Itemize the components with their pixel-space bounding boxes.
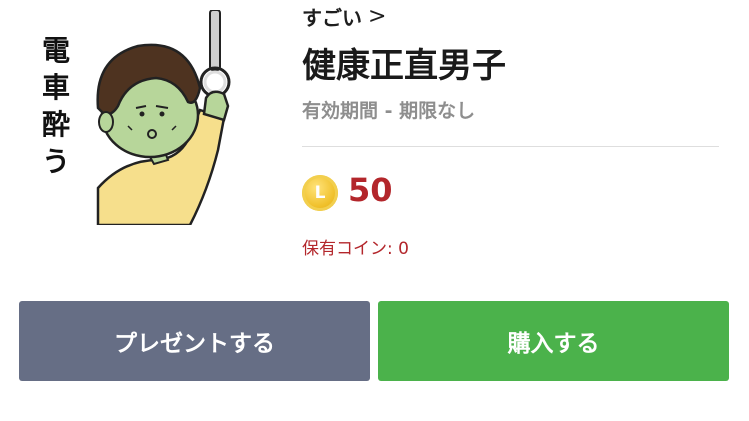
buy-button-label: 購入する — [507, 331, 600, 357]
line-coin-icon: L — [302, 175, 338, 211]
present-button-label: プレゼントする — [114, 331, 275, 357]
price: 50 — [348, 171, 393, 209]
thumbnail-caption-char-3: 酔 — [42, 108, 70, 141]
creator-link[interactable]: すごい > — [302, 2, 386, 31]
thumbnail-caption-char-4: う — [42, 145, 70, 178]
thumbnail-caption-char-1: 電 — [42, 34, 70, 67]
sticker-thumbnail: 電 車 酔 う — [42, 10, 231, 225]
sticker-title: 健康正直男子 — [302, 46, 506, 86]
owned-coins: 保有コイン: 0 — [302, 239, 409, 259]
thumbnail-caption-char-2: 車 — [42, 71, 70, 104]
coin-icon-letter: L — [314, 183, 326, 203]
validity-period: 有効期間 - 期限なし — [302, 100, 476, 122]
divider — [302, 146, 719, 147]
creator-name: すごい — [302, 6, 362, 30]
buy-button[interactable]: 購入する — [378, 301, 729, 381]
present-button[interactable]: プレゼントする — [19, 301, 370, 381]
chevron-right-icon: > — [368, 3, 387, 29]
